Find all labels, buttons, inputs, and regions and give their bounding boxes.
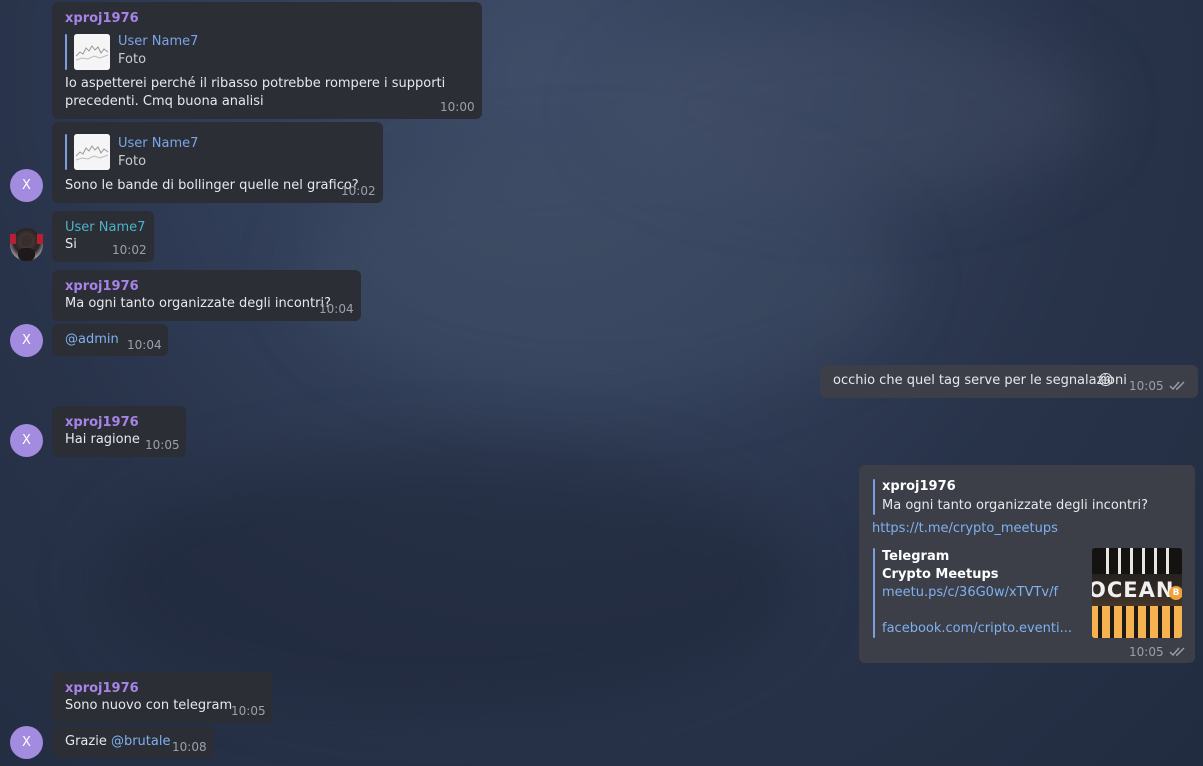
message-sender[interactable]: xproj1976	[65, 681, 139, 696]
double-check-icon	[1169, 381, 1185, 391]
reply-text: Ma ogni tanto organizzate degli incontri…	[882, 498, 1148, 513]
preview-site-name: Telegram	[882, 549, 950, 564]
message-time: 10:00	[440, 100, 475, 114]
message-bubble[interactable]: xproj1976 User Name7 Foto Io aspetterei …	[52, 2, 482, 119]
message-sender[interactable]: User Name7	[65, 220, 145, 235]
reply-author[interactable]: xproj1976	[882, 479, 956, 494]
message-text: Grazie @brutale	[65, 733, 170, 751]
bitcoin-icon: B	[1169, 586, 1182, 600]
message-text: Sono le bande di bollinger quelle nel gr…	[65, 178, 359, 193]
message-text: precedenti. Cmq buona analisi	[65, 94, 264, 109]
message-time: 10:05	[145, 438, 180, 452]
message-text: Sono nuovo con telegram	[65, 698, 233, 713]
message-time: 10:04	[127, 338, 162, 352]
message-bubble[interactable]: Grazie @brutale 10:08	[52, 726, 214, 758]
message-text: Hai ragione	[65, 432, 140, 447]
message-time: 10:05	[231, 704, 266, 718]
reply-author[interactable]: User Name7	[118, 136, 198, 151]
message-sender[interactable]: xproj1976	[65, 279, 139, 294]
message-bubble[interactable]: @admin 10:04	[52, 324, 168, 356]
message-time: 10:02	[112, 243, 147, 257]
reply-type: Foto	[118, 52, 147, 67]
preview-bar	[873, 548, 875, 638]
avatar[interactable]: X	[10, 169, 43, 202]
emoji: 😄	[1098, 371, 1114, 389]
preview-image-bars	[1092, 606, 1182, 638]
message-time: 10:04	[319, 302, 354, 316]
reply-type: Foto	[118, 154, 147, 169]
message-text: Si	[65, 237, 77, 252]
message-text: Io aspetterei perché il ribasso potrebbe…	[65, 76, 446, 91]
message-time: 10:02	[341, 184, 376, 198]
message-bubble[interactable]: xproj1976 Ma ogni tanto organizzate degl…	[52, 270, 361, 321]
message-bubble[interactable]: xproj1976 Sono nuovo con telegram 10:05	[52, 672, 272, 723]
message-bubble[interactable]: User Name7 Foto Sono le bande di bolling…	[52, 122, 383, 203]
mention-link[interactable]: @brutale	[111, 734, 171, 749]
preview-image-text: OCEAN	[1092, 578, 1175, 602]
message-bubble[interactable]: occhio che quel tag serve per le segnala…	[820, 365, 1198, 398]
message-text-prefix: Grazie	[65, 734, 111, 749]
photo-thumbnail-icon[interactable]	[74, 34, 110, 70]
chat-window[interactable]: xproj1976 User Name7 Foto Io aspetterei …	[0, 0, 1203, 766]
reply-author[interactable]: User Name7	[118, 34, 198, 49]
avatar[interactable]	[10, 228, 43, 261]
message-time: 10:05	[1129, 645, 1164, 659]
message-sender[interactable]: xproj1976	[65, 415, 139, 430]
reply-bar	[873, 479, 875, 515]
mention-link[interactable]: @admin	[65, 331, 119, 349]
message-sender[interactable]: xproj1976	[65, 11, 139, 26]
message-time: 10:08	[172, 740, 207, 754]
photo-thumbnail-icon[interactable]	[74, 134, 110, 170]
background-shape	[600, 20, 1100, 200]
message-bubble[interactable]: xproj1976 Hai ragione 10:05	[52, 406, 186, 457]
preview-image-top	[1092, 548, 1182, 574]
preview-link[interactable]: facebook.com/cripto.eventi...	[882, 621, 1072, 636]
reply-bar	[65, 134, 67, 170]
preview-link[interactable]: meetu.ps/c/36G0w/xTVTv/f	[882, 585, 1058, 600]
message-bubble[interactable]: xproj1976 Ma ogni tanto organizzate degl…	[859, 465, 1195, 663]
avatar[interactable]: X	[10, 324, 43, 357]
avatar[interactable]: X	[10, 424, 43, 457]
preview-image[interactable]: OCEAN B	[1092, 548, 1182, 638]
double-check-icon	[1169, 647, 1185, 657]
message-time: 10:05	[1129, 379, 1164, 393]
message-text: occhio che quel tag serve per le segnala…	[833, 373, 1127, 388]
avatar[interactable]: X	[10, 726, 43, 759]
message-text: Ma ogni tanto organizzate degli incontri…	[65, 296, 331, 311]
background-shape	[100, 450, 800, 710]
message-link[interactable]: https://t.me/crypto_meetups	[872, 521, 1058, 536]
preview-title: Crypto Meetups	[882, 567, 999, 582]
message-bubble[interactable]: User Name7 Si 10:02	[52, 211, 154, 262]
reply-bar	[65, 34, 67, 70]
